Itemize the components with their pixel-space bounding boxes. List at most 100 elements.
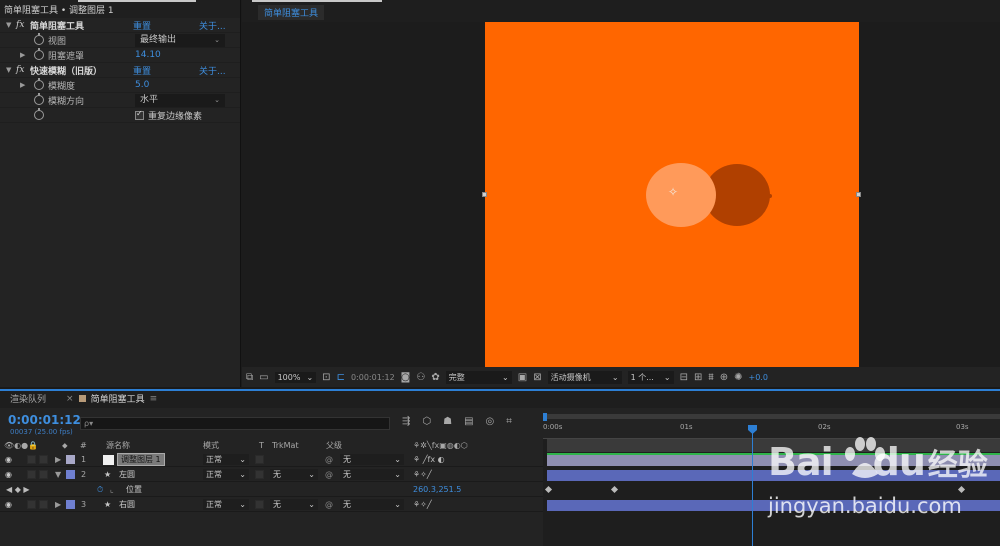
stopwatch-icon[interactable]	[34, 93, 44, 105]
blend-mode-dropdown[interactable]: 正常 ⌄	[203, 454, 249, 465]
trkmat-dropdown[interactable]: 无 ⌄	[270, 469, 318, 480]
blur-direction-dropdown[interactable]: 水平 ⌄	[135, 93, 225, 107]
blend-mode-dropdown[interactable]: 正常 ⌄	[203, 499, 249, 510]
right-handle[interactable]	[856, 192, 861, 197]
label-color[interactable]	[66, 498, 75, 511]
lock-box[interactable]	[39, 468, 48, 481]
label-color[interactable]	[66, 453, 75, 466]
keyframe-marker[interactable]	[610, 485, 619, 494]
region-of-interest-icon[interactable]: ▣	[518, 372, 527, 383]
collapse-triangle-icon[interactable]: ▼	[55, 468, 61, 481]
view-dropdown[interactable]: 最终输出 ⌄	[135, 33, 225, 47]
layer-switches[interactable]: ⚘✧╱	[413, 498, 432, 511]
motion-blur-icon[interactable]: ◎	[486, 416, 495, 427]
choke-value[interactable]: 14.10	[135, 50, 161, 60]
stopwatch-icon[interactable]	[34, 33, 44, 45]
work-area-start-handle[interactable]	[543, 413, 547, 421]
timeline-icon[interactable]: ⩩	[708, 372, 713, 383]
graph-editor-icon[interactable]: ⌗	[506, 416, 512, 427]
expand-triangle-icon[interactable]: ▶	[55, 453, 61, 466]
composition-flowchart-icon[interactable]: ⇶	[402, 416, 410, 427]
col-source-name[interactable]: 源名称	[106, 440, 130, 451]
stopwatch-icon[interactable]	[34, 78, 44, 90]
expand-triangle-icon[interactable]: ▶	[55, 498, 61, 511]
t-box[interactable]	[255, 453, 264, 466]
layer-name[interactable]: 调整图层 1	[117, 453, 165, 466]
frame-blending-icon[interactable]: ▤	[464, 416, 473, 427]
collapse-triangle-icon[interactable]: ▼	[6, 21, 14, 29]
about-link[interactable]: 关于...	[199, 19, 226, 32]
show-snapshot-icon[interactable]: ⚇	[416, 372, 425, 383]
zoom-dropdown[interactable]: 100% ⌄	[274, 371, 317, 383]
tab-comp[interactable]: × 简单阻塞工具 ≡	[56, 392, 167, 406]
work-area-bar[interactable]	[545, 414, 1000, 419]
keyframe-navigator[interactable]: ◀ ◆ ▶	[6, 483, 30, 496]
lock-box[interactable]	[39, 453, 48, 466]
audio-box[interactable]	[27, 498, 36, 511]
layer-switches[interactable]: ⚘ ╱fx ◐	[413, 453, 445, 466]
parent-dropdown[interactable]: 无 ⌄	[340, 454, 404, 465]
composition-canvas[interactable]: ✧	[485, 22, 859, 367]
tab-render-queue[interactable]: 渲染队列	[0, 392, 56, 405]
t-box[interactable]	[255, 468, 264, 481]
shy-layers-icon[interactable]: ☗	[443, 416, 452, 427]
comp-view-tab[interactable]: 简单阻塞工具	[258, 5, 325, 20]
layer-switches[interactable]: ⚘✧╱	[413, 468, 432, 481]
close-icon[interactable]: ×	[66, 394, 74, 404]
eye-icon[interactable]: ◉	[5, 498, 12, 511]
current-time[interactable]: 0:00:01:12	[8, 413, 81, 427]
camera-icon[interactable]: ◙	[401, 372, 411, 383]
stopwatch-icon[interactable]: ⏱	[97, 483, 103, 496]
exposure-reset-icon[interactable]: ✺	[734, 372, 742, 383]
keyframe-marker[interactable]	[957, 485, 966, 494]
audio-box[interactable]	[27, 468, 36, 481]
t-box[interactable]	[255, 498, 264, 511]
left-circle-shape[interactable]	[646, 163, 716, 227]
transparency-grid-icon[interactable]: ⊠	[533, 372, 541, 383]
effect-row-fast-blur[interactable]: ▼ fx 快速模糊（旧版） 重置 关于...	[0, 63, 240, 78]
reset-link[interactable]: 重置	[133, 64, 199, 77]
repeat-edge-checkbox[interactable]	[135, 109, 144, 120]
pickwhip-icon[interactable]: @	[325, 468, 333, 481]
property-row-position[interactable]: ◀ ◆ ▶ ⏱ ⌞ 位置 260.3,251.5	[0, 482, 543, 497]
col-parent[interactable]: 父级	[326, 440, 342, 451]
expand-triangle-icon[interactable]: ▶	[20, 81, 28, 89]
fx-icon[interactable]: fx	[16, 20, 30, 30]
exposure-value[interactable]: +0.0	[748, 373, 767, 382]
snapshot-layers-icon[interactable]: ⧉	[246, 372, 253, 383]
toggle-pixel-aspect-icon[interactable]: ⊟	[680, 372, 688, 383]
layer-search-input[interactable]: ρ▾	[80, 417, 390, 430]
col-mode[interactable]: 模式	[203, 440, 219, 451]
left-handle[interactable]	[482, 192, 487, 197]
resolution-dropdown[interactable]: 完整 ⌄	[445, 370, 512, 384]
menu-icon[interactable]: ≡	[150, 394, 158, 404]
stopwatch-icon[interactable]	[34, 108, 44, 120]
fx-icon[interactable]: fx	[16, 65, 30, 75]
safe-margins-icon[interactable]: ⊡	[322, 372, 330, 383]
layer-row[interactable]: ◉ ▼ 2 ★ 左圆 正常 ⌄ 无 ⌄ @ 无 ⌄ ⚘✧╱	[0, 467, 543, 482]
blend-mode-dropdown[interactable]: 正常 ⌄	[203, 469, 249, 480]
collapse-triangle-icon[interactable]: ▼	[6, 66, 14, 74]
about-link[interactable]: 关于...	[199, 64, 226, 77]
anchor-point-icon[interactable]: ✧	[668, 185, 678, 199]
viewer-timecode[interactable]: 0:00:01:12	[351, 373, 395, 382]
eye-icon[interactable]: ◉	[5, 468, 12, 481]
composition-stage[interactable]: ✧	[242, 22, 1000, 367]
effect-row-choker[interactable]: ▼ fx 简单阻塞工具 重置 关于...	[0, 18, 240, 33]
parent-dropdown[interactable]: 无 ⌄	[340, 469, 404, 480]
views-dropdown[interactable]: 1 个... ⌄	[627, 370, 674, 384]
parent-dropdown[interactable]: 无 ⌄	[340, 499, 404, 510]
time-ruler[interactable]: 0:00s 01s 02s 03s	[543, 410, 1000, 439]
camera-dropdown[interactable]: 活动摄像机 ⌄	[547, 370, 622, 384]
layer-name[interactable]: 右圆	[119, 499, 135, 510]
flowchart-icon[interactable]: ⊕	[720, 372, 728, 383]
expand-triangle-icon[interactable]: ▶	[20, 51, 28, 59]
current-time-indicator[interactable]	[752, 432, 753, 546]
reset-link[interactable]: 重置	[133, 19, 199, 32]
audio-box[interactable]	[27, 453, 36, 466]
color-channel-icon[interactable]: ✿	[431, 372, 439, 383]
eye-icon[interactable]: ◉	[5, 453, 12, 466]
pickwhip-icon[interactable]: @	[325, 453, 333, 466]
fast-previews-icon[interactable]: ⊞	[694, 372, 702, 383]
lock-box[interactable]	[39, 498, 48, 511]
